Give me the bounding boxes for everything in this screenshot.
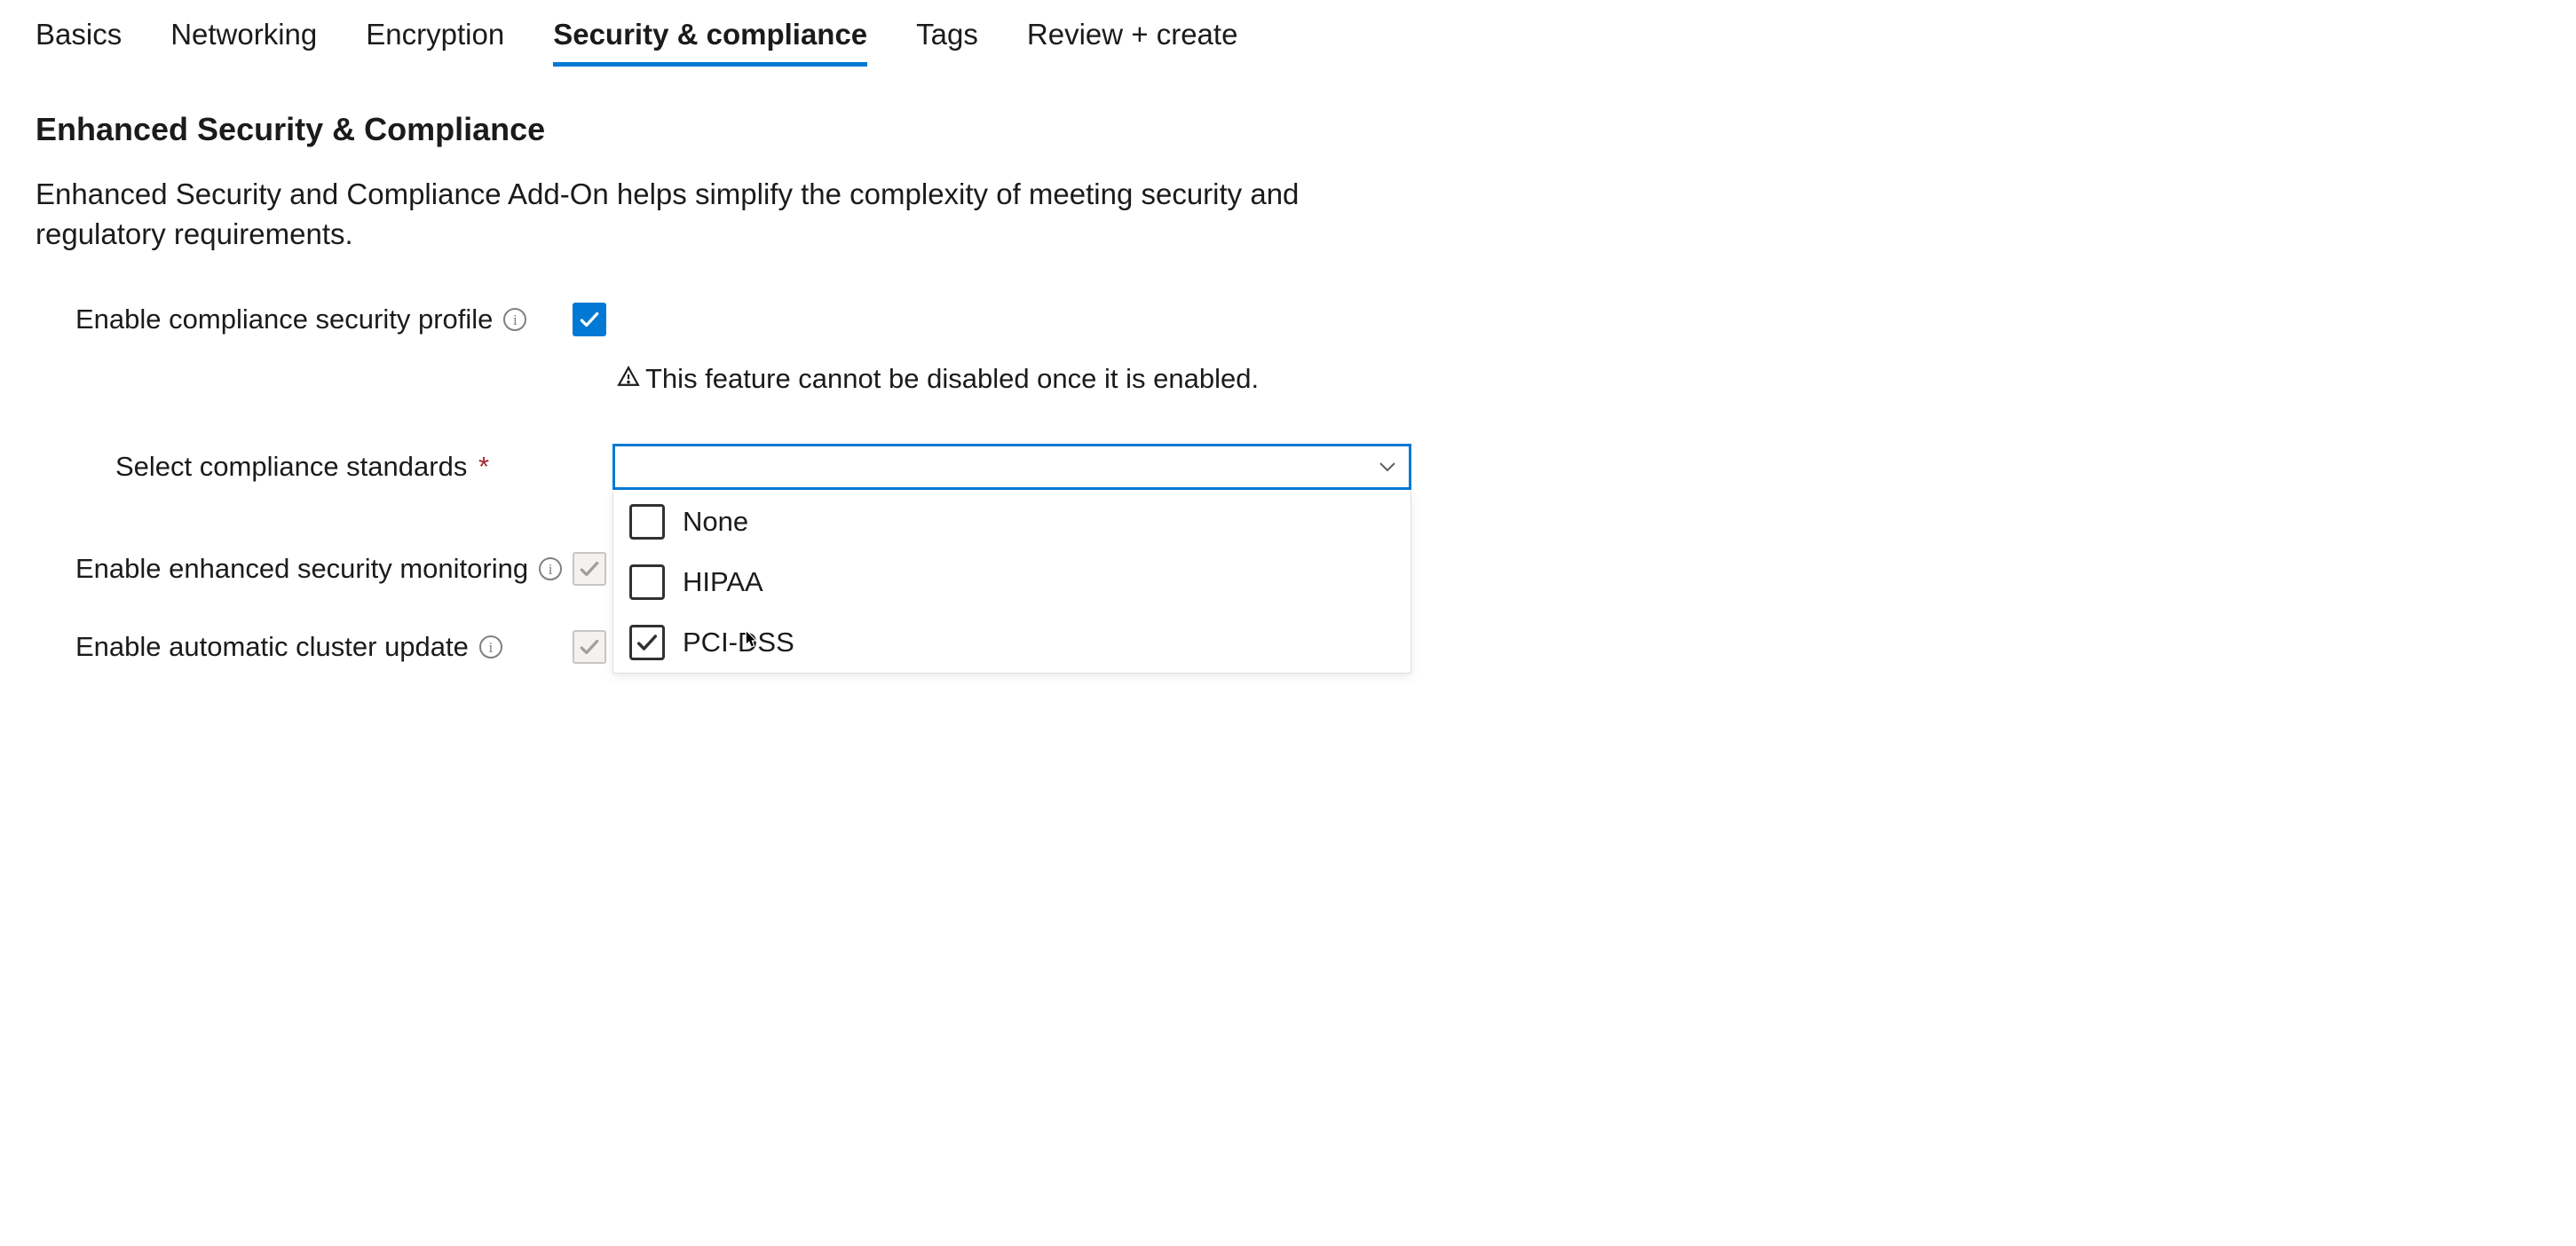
info-icon[interactable]: i [539,557,562,580]
section-description: Enhanced Security and Compliance Add-On … [36,175,1367,254]
chevron-down-icon [1379,455,1396,478]
warning-text: This feature cannot be disabled once it … [645,363,1259,395]
row-enable-profile: Enable compliance security profile i [36,303,2540,336]
label-compliance-standards-text: Select compliance standards [115,451,467,482]
label-enable-monitoring: Enable enhanced security monitoring i [75,553,573,585]
row-compliance-standards: Select compliance standards * None HIPAA [36,444,2540,490]
tab-tags[interactable]: Tags [916,18,978,67]
label-enable-profile-text: Enable compliance security profile [75,304,493,335]
tab-networking[interactable]: Networking [170,18,317,67]
label-compliance-standards: Select compliance standards * [115,444,612,483]
info-icon[interactable]: i [503,308,526,331]
tab-bar: Basics Networking Encryption Security & … [36,18,2540,67]
warning-icon [617,365,640,394]
option-none-label: None [683,506,748,538]
label-enable-auto-update-text: Enable automatic cluster update [75,631,469,663]
tab-basics[interactable]: Basics [36,18,122,67]
required-marker: * [478,451,489,482]
tab-encryption[interactable]: Encryption [366,18,504,67]
option-none-checkbox[interactable] [629,504,665,540]
option-hipaa-checkbox[interactable] [629,564,665,600]
checkbox-enable-auto-update[interactable] [573,630,606,664]
compliance-standards-menu: None HIPAA PCI-DSS [612,492,1411,674]
compliance-standards-dropdown-wrap: None HIPAA PCI-DSS [612,444,1411,490]
option-pci-dss-checkbox[interactable] [629,625,665,660]
option-hipaa[interactable]: HIPAA [613,552,1410,612]
info-icon[interactable]: i [479,635,502,658]
option-none[interactable]: None [613,492,1410,552]
option-pci-dss[interactable]: PCI-DSS [613,612,1410,673]
tab-review-create[interactable]: Review + create [1027,18,1238,67]
label-enable-profile: Enable compliance security profile i [75,304,573,335]
tab-security-compliance[interactable]: Security & compliance [553,18,867,67]
warning-profile: This feature cannot be disabled once it … [617,363,2540,395]
label-enable-auto-update: Enable automatic cluster update i [75,631,573,663]
section-title: Enhanced Security & Compliance [36,111,2540,148]
option-hipaa-label: HIPAA [683,566,763,598]
checkbox-enable-monitoring[interactable] [573,552,606,586]
compliance-standards-dropdown[interactable] [612,444,1411,490]
option-pci-dss-label: PCI-DSS [683,627,794,658]
checkbox-enable-profile[interactable] [573,303,606,336]
label-enable-monitoring-text: Enable enhanced security monitoring [75,553,528,585]
